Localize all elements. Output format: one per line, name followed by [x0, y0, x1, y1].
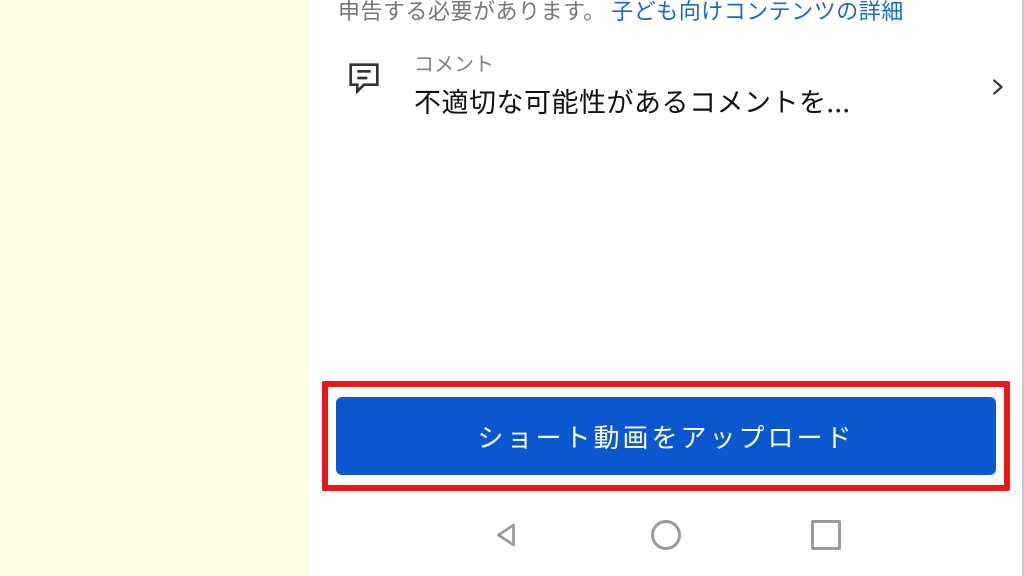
comment-icon: [344, 58, 384, 103]
comments-label: コメント: [414, 48, 956, 77]
comments-description: 不適切な可能性があるコメントを...: [414, 81, 956, 120]
phone-screen: 申告する必要があります。 子ども向けコンテンツの詳細 コメント 不適切な可能性が…: [310, 0, 1024, 576]
comments-setting-row[interactable]: コメント 不適切な可能性があるコメントを...: [340, 40, 1012, 128]
android-navigation-bar: [310, 500, 1022, 570]
nav-recent-icon[interactable]: [811, 520, 841, 550]
upload-button-highlight: ショート動画をアップロード: [322, 381, 1010, 491]
chevron-right-icon: [986, 70, 1008, 109]
nav-back-icon[interactable]: [491, 520, 521, 550]
left-background-panel: [0, 0, 310, 576]
upload-short-video-button-label: ショート動画をアップロード: [477, 418, 854, 455]
declaration-notice: 申告する必要があります。 子ども向けコンテンツの詳細: [338, 0, 904, 26]
nav-home-icon[interactable]: [651, 520, 681, 550]
kids-content-details-link[interactable]: 子ども向けコンテンツの詳細: [611, 0, 904, 26]
upload-short-video-button[interactable]: ショート動画をアップロード: [336, 397, 996, 475]
declaration-notice-text: 申告する必要があります。: [338, 0, 606, 26]
